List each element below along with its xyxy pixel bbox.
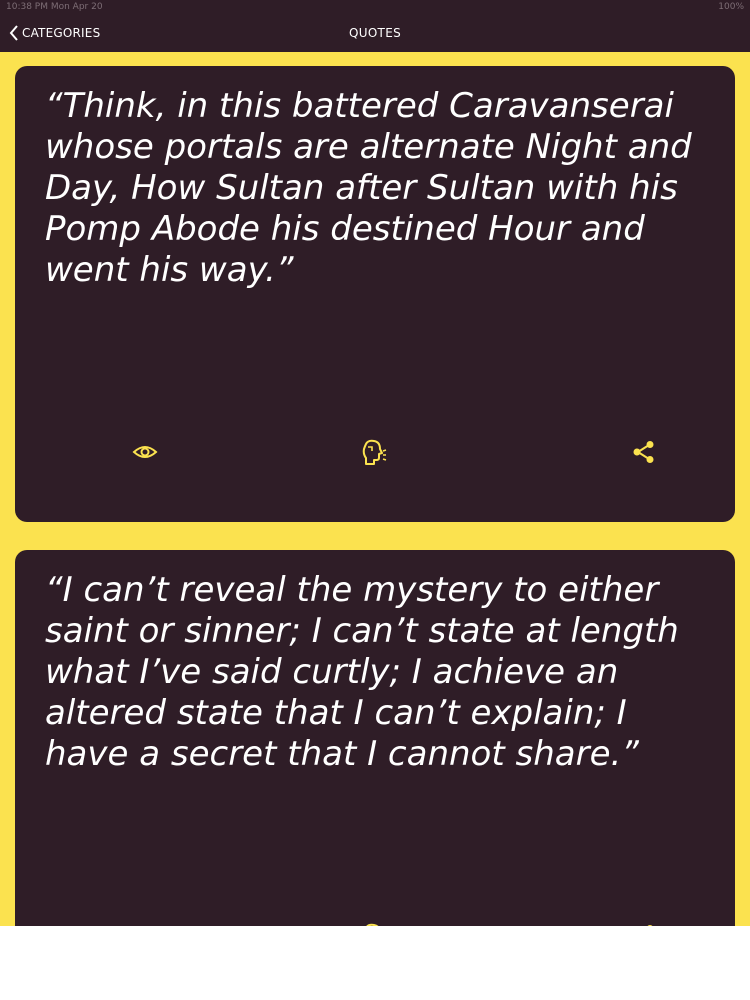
back-button[interactable]: CATEGORIES bbox=[9, 14, 100, 52]
share-button[interactable] bbox=[624, 916, 664, 926]
speak-button[interactable] bbox=[354, 432, 394, 472]
quote-text: “Think, in this battered Caravanserai wh… bbox=[45, 86, 692, 290]
share-button[interactable] bbox=[624, 432, 664, 472]
status-bar: 10:38 PM Mon Apr 20 100% bbox=[0, 0, 750, 14]
chevron-left-icon bbox=[9, 25, 18, 41]
page-title: QUOTES bbox=[348, 26, 401, 40]
quote-card: “I can’t reveal the mystery to either sa… bbox=[15, 550, 735, 926]
speak-button[interactable] bbox=[354, 916, 394, 926]
speak-icon bbox=[362, 439, 387, 465]
quote-text: “I can’t reveal the mystery to either sa… bbox=[45, 570, 679, 774]
view-button[interactable] bbox=[125, 916, 165, 926]
battery-level: 100% bbox=[718, 2, 744, 12]
quote-card: “Think, in this battered Caravanserai wh… bbox=[15, 66, 735, 522]
eye-icon bbox=[132, 446, 158, 458]
bottom-blank-area bbox=[0, 926, 750, 1000]
share-icon bbox=[633, 441, 654, 463]
status-time: 10:38 PM Mon Apr 20 bbox=[6, 2, 103, 12]
quotes-list[interactable]: “Think, in this battered Caravanserai wh… bbox=[0, 52, 750, 926]
back-button-label: CATEGORIES bbox=[22, 26, 101, 40]
view-button[interactable] bbox=[125, 432, 165, 472]
navigation-bar: CATEGORIES QUOTES bbox=[0, 14, 750, 52]
